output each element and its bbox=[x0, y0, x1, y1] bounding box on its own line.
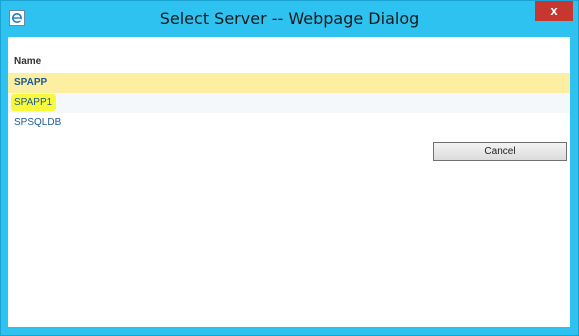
cancel-button[interactable]: Cancel bbox=[433, 142, 567, 161]
server-list: SPAPP SPAPP1 SPSQLDB bbox=[8, 73, 570, 133]
dialog-title: Select Server -- Webpage Dialog bbox=[159, 9, 420, 28]
server-name[interactable]: SPAPP bbox=[14, 77, 47, 88]
column-header-name: Name bbox=[14, 56, 42, 67]
server-row-spsqldb[interactable]: SPSQLDB bbox=[8, 113, 570, 133]
close-button[interactable]: x bbox=[535, 1, 573, 21]
dialog-window: Select Server -- Webpage Dialog x Name S… bbox=[0, 0, 579, 336]
title-bar[interactable]: Select Server -- Webpage Dialog x bbox=[1, 1, 578, 33]
server-row-spapp[interactable]: SPAPP bbox=[8, 73, 570, 93]
server-row-spapp1[interactable]: SPAPP1 bbox=[8, 93, 570, 113]
server-name[interactable]: SPSQLDB bbox=[14, 117, 61, 128]
server-name[interactable]: SPAPP1 bbox=[11, 94, 57, 111]
dialog-content: Name SPAPP SPAPP1 SPSQLDB Cancel bbox=[8, 37, 570, 327]
